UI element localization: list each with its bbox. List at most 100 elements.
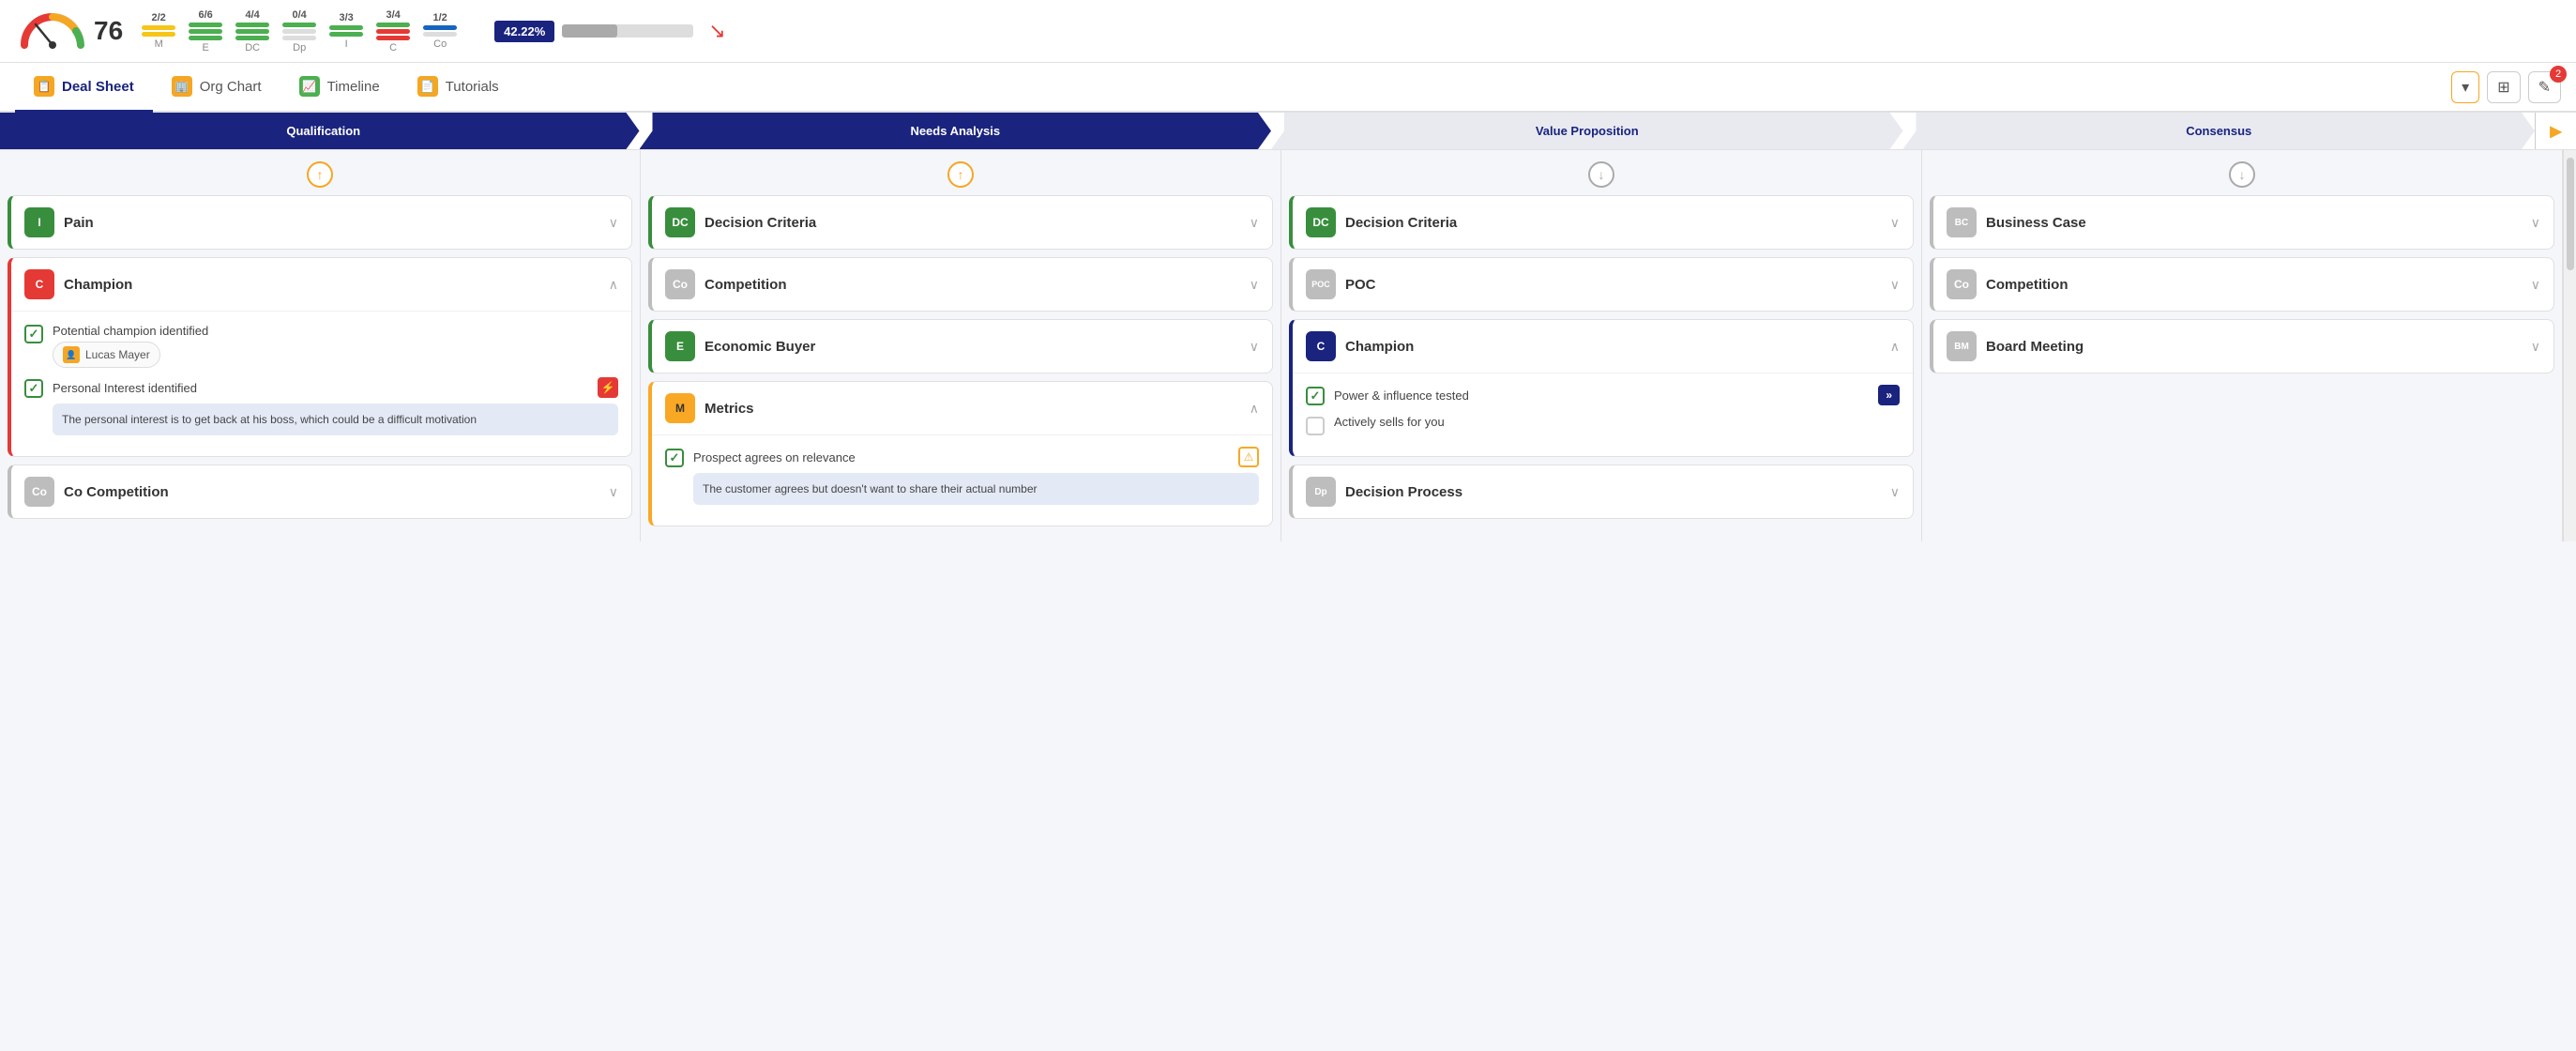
card-champion-title: Champion: [64, 277, 599, 293]
stage-needs-analysis-label: Needs Analysis: [910, 124, 1000, 138]
scroll-thumb[interactable]: [2567, 158, 2574, 270]
check-personal-interest-box[interactable]: [24, 379, 43, 398]
tutorials-icon: 📄: [417, 76, 438, 97]
card-metrics-chevron: ∧: [1250, 401, 1259, 417]
gauge-container: 76: [15, 8, 123, 54]
metric-M-label: M: [155, 38, 163, 50]
card-champion-chevron: ∧: [609, 277, 618, 293]
check-personal-interest-row: Personal Interest identified ⚡: [53, 377, 618, 398]
tab-deal-sheet[interactable]: 📋 Deal Sheet: [15, 63, 153, 113]
card-metrics-header[interactable]: M Metrics ∧: [652, 382, 1272, 434]
nav-tabs: 📋 Deal Sheet 🏢 Org Chart 📈 Timeline 📄 Tu…: [0, 63, 2576, 113]
pipeline-arrow-icon: ▶: [2550, 122, 2561, 141]
person-name: Lucas Mayer: [85, 348, 150, 361]
card-competition-na-badge: Co: [665, 269, 695, 299]
forward-button[interactable]: »: [1878, 385, 1900, 405]
stage-qualification[interactable]: Qualification: [0, 113, 640, 149]
check-personal-interest-content: Personal Interest identified ⚡ The perso…: [53, 377, 618, 435]
check-power-influence-box[interactable]: [1306, 387, 1325, 405]
metric-E-bar2: [189, 29, 222, 34]
card-champion-body: Potential champion identified 👤 Lucas Ma…: [11, 311, 631, 456]
card-co-competition-qual: Co Co Competition ∨: [8, 465, 632, 519]
grid-view-button[interactable]: ⊞: [2487, 71, 2520, 103]
person-tag-lucas: 👤 Lucas Mayer: [53, 338, 208, 368]
col-header-qualification: ↑: [8, 158, 632, 195]
stage-consensus[interactable]: Consensus: [1903, 113, 2536, 149]
tab-tutorials[interactable]: 📄 Tutorials: [399, 63, 518, 113]
card-champion-header[interactable]: C Champion ∧: [11, 258, 631, 311]
card-competition-na-chevron: ∨: [1250, 277, 1259, 293]
card-co-competition-qual-header[interactable]: Co Co Competition ∨: [11, 465, 631, 518]
card-competition-na: Co Competition ∨: [648, 257, 1273, 312]
pipeline: Qualification Needs Analysis Value Propo…: [0, 113, 2576, 150]
metric-DC-bars: [235, 23, 269, 40]
flash-icon: ⚡: [598, 377, 618, 398]
collapse-value-proposition-button[interactable]: ↓: [1588, 161, 1614, 188]
collapse-consensus-button[interactable]: ↓: [2229, 161, 2255, 188]
card-competition-cons-header[interactable]: Co Competition ∨: [1933, 258, 2553, 311]
tab-org-chart[interactable]: 🏢 Org Chart: [153, 63, 280, 113]
metric-E-bar3: [189, 36, 222, 40]
check-prospect-agrees-row: Prospect agrees on relevance ⚠: [693, 447, 1259, 467]
card-board-meeting-header[interactable]: BM Board Meeting ∨: [1933, 320, 2553, 373]
card-poc-header[interactable]: POC POC ∨: [1293, 258, 1913, 311]
col-header-value-proposition: ↓: [1289, 158, 1914, 195]
card-poc-badge: POC: [1306, 269, 1336, 299]
metric-E-bar1: [189, 23, 222, 27]
scrollbar[interactable]: [2563, 150, 2576, 541]
card-dc-na-badge: DC: [665, 207, 695, 237]
metric-Co: 1/2 Co: [423, 12, 457, 50]
prospect-agrees-note: The customer agrees but doesn't want to …: [693, 473, 1259, 505]
check-potential-champion-box[interactable]: [24, 325, 43, 343]
check-personal-interest: Personal Interest identified ⚡ The perso…: [24, 377, 618, 435]
check-prospect-agrees-box[interactable]: [665, 449, 684, 467]
stage-qualification-label: Qualification: [286, 124, 360, 138]
card-champion-vp-chevron: ∧: [1890, 339, 1900, 355]
card-decision-process-header[interactable]: Dp Decision Process ∨: [1293, 465, 1913, 518]
check-actively-sells-label: Actively sells for you: [1334, 415, 1900, 429]
metric-C-bars: [376, 23, 410, 40]
stage-needs-analysis[interactable]: Needs Analysis: [640, 113, 1272, 149]
card-pain-header[interactable]: I Pain ∨: [11, 196, 631, 249]
card-co-competition-qual-title: Co Competition: [64, 484, 599, 500]
collapse-needs-analysis-button[interactable]: ↑: [947, 161, 974, 188]
collapse-qualification-button[interactable]: ↑: [307, 161, 333, 188]
card-competition-na-title: Competition: [705, 277, 1240, 293]
metric-M-bar2: [142, 32, 175, 37]
person-tag[interactable]: 👤 Lucas Mayer: [53, 342, 160, 368]
card-metrics-body: Prospect agrees on relevance ⚠ The custo…: [652, 434, 1272, 526]
chevron-down-button[interactable]: ▾: [2451, 71, 2479, 103]
metric-Dp-bar1: [282, 23, 316, 27]
card-competition-na-header[interactable]: Co Competition ∨: [652, 258, 1272, 311]
card-metrics-title: Metrics: [705, 401, 1240, 417]
metric-Co-label: Co: [433, 38, 447, 50]
main-content: ↑ I Pain ∨ C Champion ∧ Potential: [0, 150, 2576, 541]
card-champion-vp-badge: C: [1306, 331, 1336, 361]
tab-timeline-label: Timeline: [327, 79, 380, 95]
edit-button-wrap: ✎ 2: [2528, 71, 2561, 103]
card-economic-buyer-header[interactable]: E Economic Buyer ∨: [652, 320, 1272, 373]
card-champion-vp-header[interactable]: C Champion ∧: [1293, 320, 1913, 373]
progress-label: 42.22%: [494, 21, 554, 42]
stage-value-proposition[interactable]: Value Proposition: [1271, 113, 1903, 149]
card-bc-chevron: ∨: [2531, 215, 2540, 231]
check-actively-sells-box[interactable]: [1306, 417, 1325, 435]
metric-Dp-bar3: [282, 36, 316, 40]
card-co-cons-chevron: ∨: [2531, 277, 2540, 293]
gauge-value: 76: [94, 16, 123, 46]
card-decision-process: Dp Decision Process ∨: [1289, 465, 1914, 519]
card-decision-criteria-na-header[interactable]: DC Decision Criteria ∨: [652, 196, 1272, 249]
card-poc: POC POC ∨: [1289, 257, 1914, 312]
metric-E-fraction: 6/6: [199, 9, 213, 21]
card-bm-chevron: ∨: [2531, 339, 2540, 355]
pipeline-next-button[interactable]: ▶: [2535, 113, 2576, 149]
card-dc-vp-header[interactable]: DC Decision Criteria ∨: [1293, 196, 1913, 249]
card-co-competition-qual-badge: Co: [24, 477, 54, 507]
decline-arrow-icon: ↘: [708, 19, 725, 43]
card-champion-vp-body: Power & influence tested » Actively sell…: [1293, 373, 1913, 456]
card-business-case-header[interactable]: BC Business Case ∨: [1933, 196, 2553, 249]
metric-I: 3/3 I: [329, 12, 363, 50]
card-eb-title: Economic Buyer: [705, 339, 1240, 355]
tab-timeline[interactable]: 📈 Timeline: [280, 63, 399, 113]
org-chart-icon: 🏢: [172, 76, 192, 97]
